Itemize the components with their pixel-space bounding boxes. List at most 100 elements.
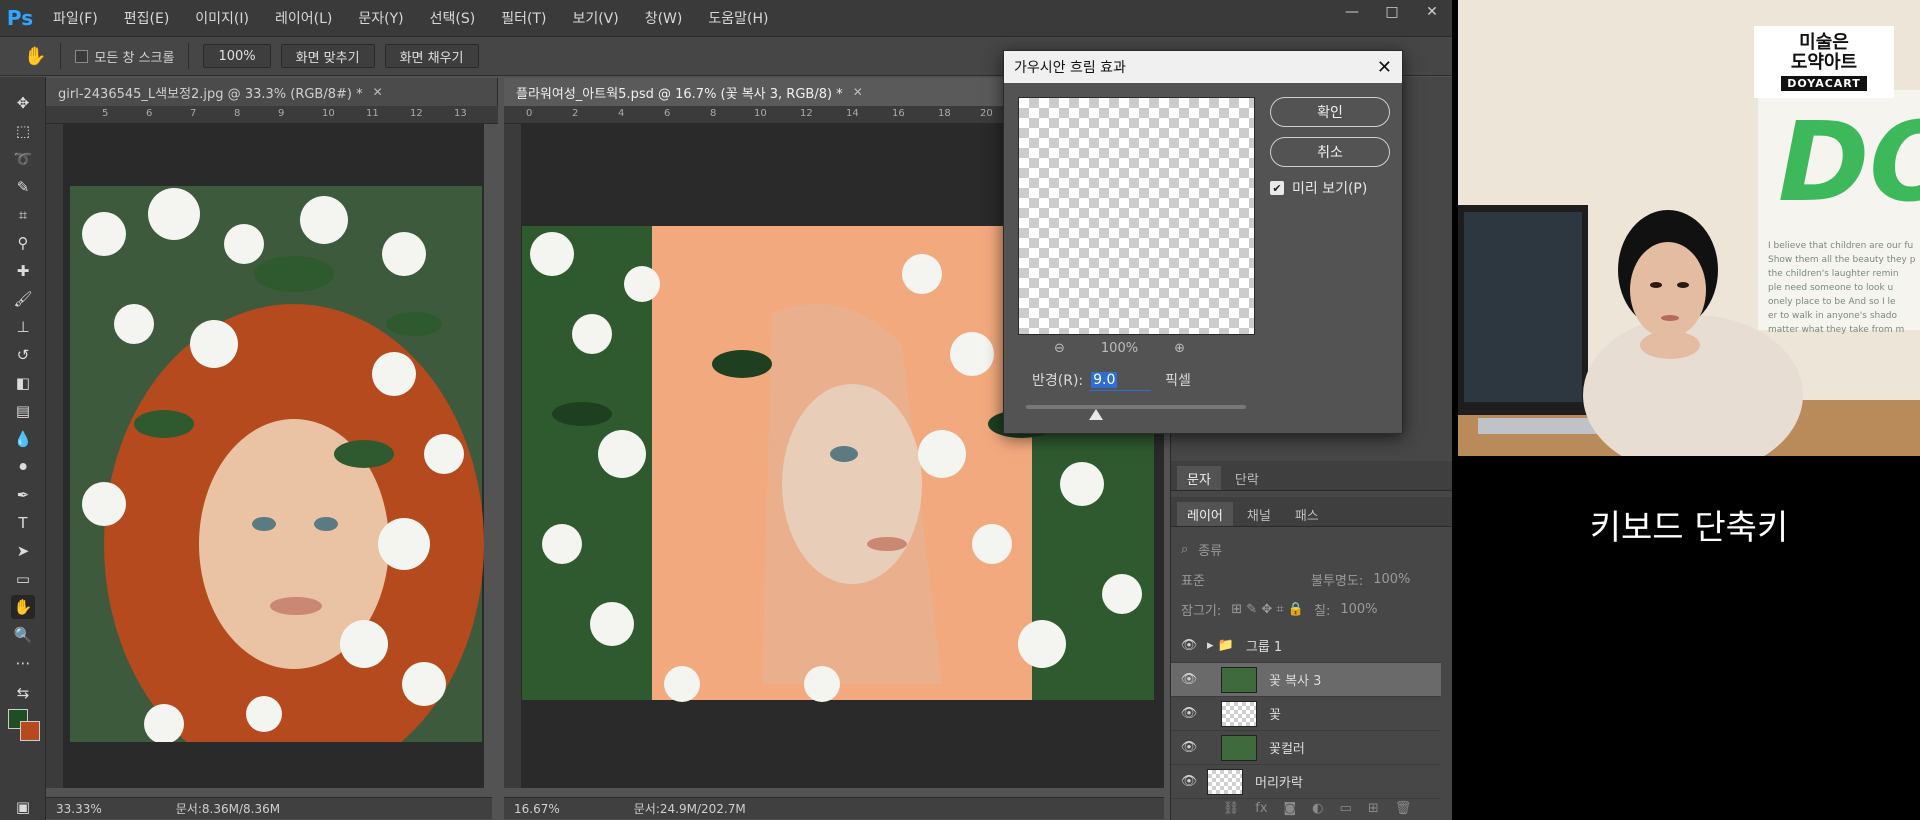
wall-text-line: I believe that children are our fu xyxy=(1768,241,1913,251)
checkbox-box[interactable] xyxy=(75,49,89,63)
type-tool-icon[interactable]: T xyxy=(11,511,35,535)
history-brush-tool-icon[interactable]: ↺ xyxy=(11,343,35,367)
radius-slider-track[interactable] xyxy=(1026,405,1246,409)
radius-label: 반경(R): xyxy=(1032,373,1084,389)
eye-icon[interactable]: 👁 xyxy=(1171,740,1207,755)
eye-icon[interactable]: 👁 xyxy=(1171,672,1207,687)
checkmark-icon[interactable]: ✔ xyxy=(1270,181,1284,195)
scroll-all-windows-label: 모든 창 스크롤 xyxy=(94,50,175,66)
adjustment-icon[interactable]: ◐ xyxy=(1312,801,1323,816)
quick-select-tool-icon[interactable]: ✎ xyxy=(11,175,35,199)
crop-tool-icon[interactable]: ⌗ xyxy=(11,203,35,227)
background-color-swatch[interactable] xyxy=(20,721,40,741)
tab-character[interactable]: 문자 xyxy=(1177,466,1221,490)
blur-preview-area[interactable] xyxy=(1018,97,1255,335)
zoom-level[interactable]: 33.33% xyxy=(56,802,102,816)
eraser-tool-icon[interactable]: ◧ xyxy=(11,371,35,395)
healing-brush-tool-icon[interactable]: ✚ xyxy=(11,259,35,283)
tab-layers[interactable]: 레이어 xyxy=(1177,502,1233,526)
link-icon[interactable]: ⛓ xyxy=(1223,801,1240,816)
layer-row[interactable]: 👁 꽃 xyxy=(1171,697,1441,731)
zoom-level[interactable]: 16.67% xyxy=(514,802,560,816)
menu-help[interactable]: 도움말(H) xyxy=(695,8,781,28)
fx-icon[interactable]: fx xyxy=(1255,801,1267,816)
zoom-tool-icon[interactable]: 🔍 xyxy=(11,623,35,647)
menu-layer[interactable]: 레이어(L) xyxy=(262,8,345,28)
hand-tool-icon[interactable]: ✋ xyxy=(11,595,35,619)
fit-screen-button[interactable]: 화면 맞추기 xyxy=(280,44,375,68)
menu-filter[interactable]: 필터(T) xyxy=(488,8,559,28)
stamp-tool-icon[interactable]: ⊥ xyxy=(11,315,35,339)
layer-row-active[interactable]: 👁 꽃 복사 3 xyxy=(1171,663,1441,697)
menu-edit[interactable]: 편집(E) xyxy=(111,8,183,28)
layer-thumbnail xyxy=(1221,734,1257,761)
menu-window[interactable]: 창(W) xyxy=(632,8,696,28)
zoom-out-icon[interactable]: ⊖ xyxy=(1054,341,1065,356)
new-group-icon[interactable]: ▭ xyxy=(1340,801,1352,816)
eye-icon[interactable]: 👁 xyxy=(1171,706,1207,721)
hand-icon[interactable]: ✋ xyxy=(24,46,46,67)
move-tool-icon[interactable]: ✥ xyxy=(11,91,35,115)
layer-row[interactable]: 👁 꽃컬러 xyxy=(1171,731,1441,765)
blur-tool-icon[interactable]: 💧 xyxy=(11,427,35,451)
fill-value[interactable]: 100% xyxy=(1340,602,1377,617)
radius-slider-thumb[interactable] xyxy=(1089,409,1104,420)
menu-file[interactable]: 파일(F) xyxy=(40,8,111,28)
ruler-tick: 10 xyxy=(322,108,335,119)
dodge-tool-icon[interactable]: ⚫ xyxy=(11,455,35,479)
mask-icon[interactable]: ◙ xyxy=(1284,801,1297,816)
preview-label: 미리 보기(P) xyxy=(1292,181,1368,197)
zoom-100-button[interactable]: 100% xyxy=(203,44,271,68)
zoom-in-icon[interactable]: ⊕ xyxy=(1174,341,1185,356)
tools-panel: ✥ ⬚ ➰ ✎ ⌗ ⚲ ✚ 🖌 ⊥ ↺ ◧ ▤ 💧 ⚫ ✒ T ➤ ▭ ✋ 🔍 … xyxy=(0,77,46,820)
menu-select[interactable]: 선택(S) xyxy=(417,8,489,28)
document-tab-1[interactable]: girl-2436545_L색보정2.jpg @ 33.3% (RGB/8#) … xyxy=(46,78,498,106)
layer-filter-kind[interactable]: 종류 xyxy=(1198,540,1222,559)
vertical-ruler-1[interactable] xyxy=(46,124,64,788)
opacity-value[interactable]: 100% xyxy=(1373,572,1410,587)
close-icon[interactable]: ✕ xyxy=(1377,57,1392,78)
close-window-button[interactable]: ✕ xyxy=(1412,0,1452,24)
lasso-tool-icon[interactable]: ➰ xyxy=(11,147,35,171)
radius-input[interactable]: 9.0 xyxy=(1089,369,1152,391)
swap-colors-icon[interactable]: ⇆ xyxy=(11,681,35,705)
eyedropper-tool-icon[interactable]: ⚲ xyxy=(11,231,35,255)
dialog-title-bar[interactable]: 가우시안 흐림 효과 xyxy=(1004,51,1402,83)
menu-image[interactable]: 이미지(I) xyxy=(182,8,262,28)
ok-button[interactable]: 확인 xyxy=(1270,97,1390,127)
preview-checkbox[interactable]: ✔ 미리 보기(P) xyxy=(1270,178,1367,198)
blend-mode-select[interactable]: 표준 xyxy=(1181,570,1301,589)
marquee-tool-icon[interactable]: ⬚ xyxy=(11,119,35,143)
fill-screen-button[interactable]: 화면 채우기 xyxy=(384,44,479,68)
shape-tool-icon[interactable]: ▭ xyxy=(11,567,35,591)
minimize-button[interactable]: — xyxy=(1332,0,1372,24)
screen-mode-icon[interactable]: ▣ xyxy=(11,795,35,819)
close-icon[interactable]: ✕ xyxy=(373,85,383,99)
menu-type[interactable]: 문자(Y) xyxy=(345,8,416,28)
trash-icon[interactable]: 🗑 xyxy=(1395,801,1412,816)
more-tools-icon[interactable]: ⋯ xyxy=(11,651,35,675)
lock-icons[interactable]: ⊞ ✎ ✥ ⌗ 🔒 xyxy=(1231,602,1304,617)
cancel-button[interactable]: 취소 xyxy=(1270,137,1390,167)
gradient-tool-icon[interactable]: ▤ xyxy=(11,399,35,423)
restore-button[interactable]: □ xyxy=(1372,0,1412,24)
new-layer-icon[interactable]: ⊞ xyxy=(1368,801,1379,816)
tab-channels[interactable]: 채널 xyxy=(1237,502,1281,526)
gaussian-blur-dialog: 가우시안 흐림 효과 ✕ 확인 취소 ✔ 미리 보기(P) ⊖ 100% ⊕ 반… xyxy=(1003,50,1403,434)
horizontal-ruler-1[interactable]: 5 6 7 8 9 10 11 12 13 xyxy=(46,106,498,124)
close-icon[interactable]: ✕ xyxy=(853,85,863,99)
tab-paths[interactable]: 패스 xyxy=(1285,502,1329,526)
eye-icon[interactable]: 👁 xyxy=(1171,638,1207,653)
eye-icon[interactable]: 👁 xyxy=(1171,774,1207,789)
path-select-tool-icon[interactable]: ➤ xyxy=(11,539,35,563)
layer-row-group[interactable]: 👁 ▸ 📁 그룹 1 xyxy=(1171,629,1441,663)
layer-thumbnail xyxy=(1207,768,1243,795)
brush-tool-icon[interactable]: 🖌 xyxy=(11,287,35,311)
tab-paragraph[interactable]: 단락 xyxy=(1225,466,1269,490)
document-canvas-1[interactable] xyxy=(64,124,484,788)
menu-view[interactable]: 보기(V) xyxy=(559,8,631,28)
vertical-ruler-2[interactable] xyxy=(504,124,522,788)
scroll-all-windows-checkbox[interactable]: 모든 창 스크롤 xyxy=(75,47,174,66)
pen-tool-icon[interactable]: ✒ xyxy=(11,483,35,507)
layer-row[interactable]: 👁 머리카락 xyxy=(1171,765,1441,799)
